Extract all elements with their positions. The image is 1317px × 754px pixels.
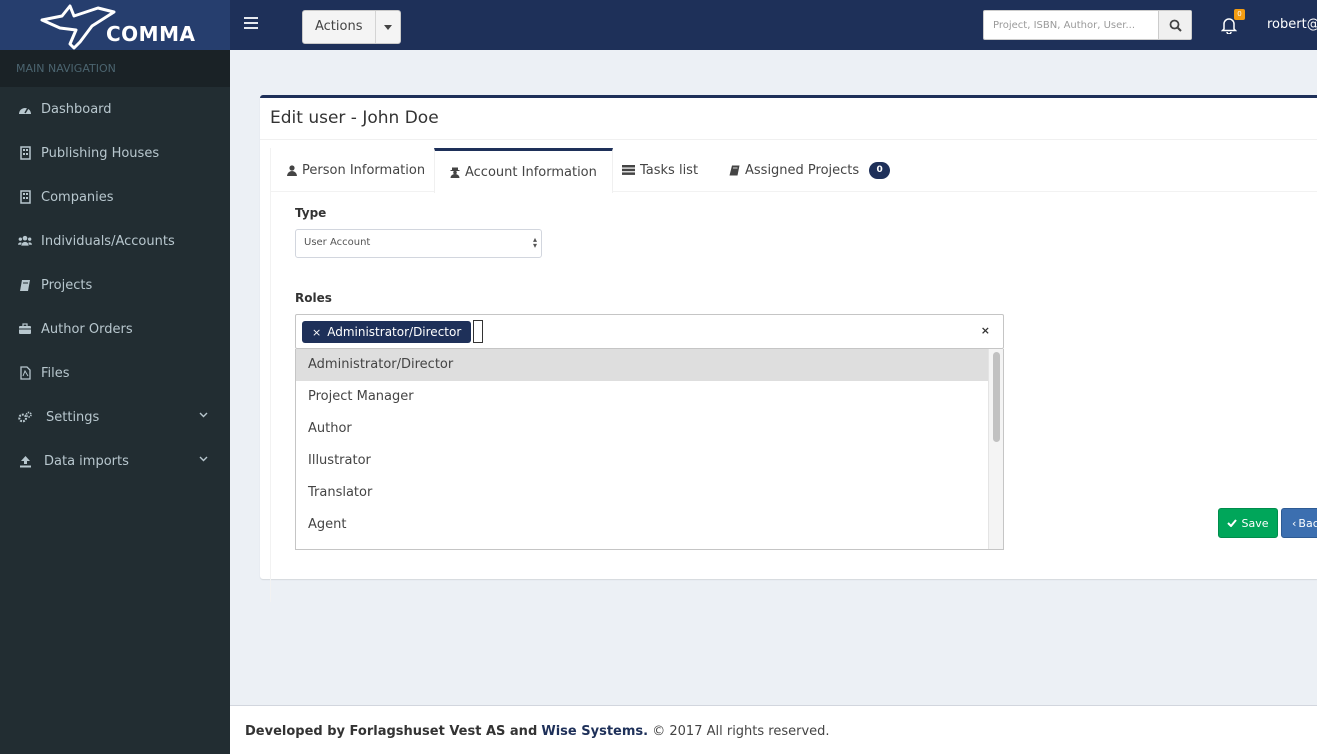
sidebar: MAIN NAVIGATION Dashboard Publishing Hou… [0, 50, 230, 754]
sidebar-toggle-icon[interactable] [244, 17, 258, 31]
role-option[interactable]: Agent [296, 509, 989, 541]
tab-account-information[interactable]: Account Information [434, 148, 613, 193]
cogs-icon [18, 410, 32, 424]
tab-label: Assigned Projects [745, 162, 860, 178]
search-button[interactable] [1158, 11, 1191, 39]
book-icon [18, 278, 32, 292]
sidebar-item-label: Projects [41, 277, 93, 293]
tab-tasks-list[interactable]: Tasks list [622, 148, 698, 192]
role-option[interactable]: Author [296, 413, 989, 445]
search-icon [1169, 19, 1182, 32]
footer-rights: © 2017 All rights reserved. [652, 724, 830, 739]
clear-icon[interactable]: × [981, 324, 990, 337]
role-option[interactable]: Project Manager [296, 381, 989, 413]
roles-dropdown: Administrator/Director Project Manager A… [295, 349, 1004, 550]
sidebar-item-label: Files [41, 365, 70, 381]
selected-role-tag: × Administrator/Director [302, 321, 472, 343]
building-icon [18, 146, 32, 160]
sidebar-item-files[interactable]: Files [0, 351, 230, 395]
role-option[interactable]: Illustrator [296, 445, 989, 477]
check-icon [1227, 519, 1238, 527]
dropdown-scrollbar[interactable] [988, 349, 1003, 549]
sidebar-item-label: Data imports [44, 453, 129, 469]
users-icon [18, 234, 32, 248]
upload-icon [18, 454, 32, 468]
actions-button[interactable]: Actions [303, 11, 376, 43]
chevron-down-icon[interactable] [199, 456, 208, 462]
user-secret-icon [450, 167, 460, 178]
tab-label: Person Information [302, 162, 426, 178]
sidebar-item-individuals-accounts[interactable]: Individuals/Accounts [0, 219, 230, 263]
roles-search-input[interactable] [473, 320, 483, 343]
dashboard-icon [18, 102, 32, 116]
remove-tag-icon[interactable]: × [312, 326, 321, 339]
nav-section-label: MAIN NAVIGATION [0, 50, 230, 87]
footer-developed-by: Developed by Forlagshuset Vest AS and [245, 724, 538, 739]
tab-person-information[interactable]: Person Information [287, 148, 425, 192]
sidebar-item-label: Individuals/Accounts [41, 233, 175, 249]
tab-label: Tasks list [640, 162, 699, 178]
sidebar-item-settings[interactable]: Settings [0, 395, 230, 439]
top-navbar: COMMA Actions 0 robert@c [0, 0, 1317, 50]
sidebar-item-dashboard[interactable]: Dashboard [0, 87, 230, 131]
tabs-bar: Person Information Account Information T… [271, 148, 1317, 193]
notification-badge: 0 [1234, 9, 1245, 20]
caret-down-icon[interactable] [376, 11, 400, 43]
sidebar-item-publishing-houses[interactable]: Publishing Houses [0, 131, 230, 175]
file-pdf-icon [18, 366, 32, 380]
book-icon [729, 165, 740, 176]
role-option[interactable]: Translator [296, 477, 989, 509]
scrollbar-thumb[interactable] [993, 352, 1000, 442]
sidebar-item-author-orders[interactable]: Author Orders [0, 307, 230, 351]
type-select-value: User Account [304, 237, 371, 248]
roles-label: Roles [295, 291, 332, 305]
brand-name: COMMA [106, 22, 196, 46]
page-title: Edit user - John Doe [270, 108, 439, 128]
sidebar-item-data-imports[interactable]: Data imports [0, 439, 230, 483]
global-search [983, 10, 1192, 40]
footer: Developed by Forlagshuset Vest AS and Wi… [230, 705, 1317, 754]
tasks-icon [622, 165, 635, 175]
sidebar-item-companies[interactable]: Companies [0, 175, 230, 219]
building-icon [18, 190, 32, 204]
roles-multiselect[interactable]: × Administrator/Director × [295, 314, 1004, 349]
actions-dropdown[interactable]: Actions [302, 10, 401, 44]
sidebar-item-label: Settings [46, 409, 100, 425]
save-label: Save [1241, 516, 1269, 530]
chevron-left-icon: ‹ [1292, 516, 1297, 530]
select-arrows-icon: ▴ ▾ [532, 235, 537, 250]
user-icon [287, 164, 297, 176]
tab-label: Account Information [465, 164, 597, 180]
save-button[interactable]: Save [1218, 508, 1278, 538]
sidebar-item-label: Companies [41, 189, 114, 205]
sidebar-item-label: Publishing Houses [41, 145, 160, 161]
back-button[interactable]: ‹ Back [1281, 508, 1317, 538]
logo[interactable]: COMMA [0, 0, 230, 50]
assigned-projects-count-badge: 0 [869, 161, 891, 179]
role-option[interactable]: Administrator/Director [296, 349, 989, 381]
bird-logo-icon [40, 4, 116, 50]
search-input[interactable] [984, 11, 1158, 39]
tab-assigned-projects[interactable]: Assigned Projects 0 [729, 148, 891, 192]
divider [260, 139, 1317, 140]
sidebar-item-projects[interactable]: Projects [0, 263, 230, 307]
type-select[interactable]: User Account ▴ ▾ [295, 229, 542, 258]
user-menu[interactable]: robert@c [1267, 17, 1317, 32]
sidebar-item-label: Dashboard [41, 101, 112, 117]
briefcase-icon [18, 322, 32, 336]
footer-company-link[interactable]: Wise Systems. [541, 724, 648, 739]
sidebar-item-label: Author Orders [41, 321, 133, 337]
back-label: Back [1298, 516, 1317, 530]
type-label: Type [295, 206, 327, 220]
selected-role-label: Administrator/Director [327, 325, 462, 339]
chevron-down-icon[interactable] [199, 412, 208, 418]
